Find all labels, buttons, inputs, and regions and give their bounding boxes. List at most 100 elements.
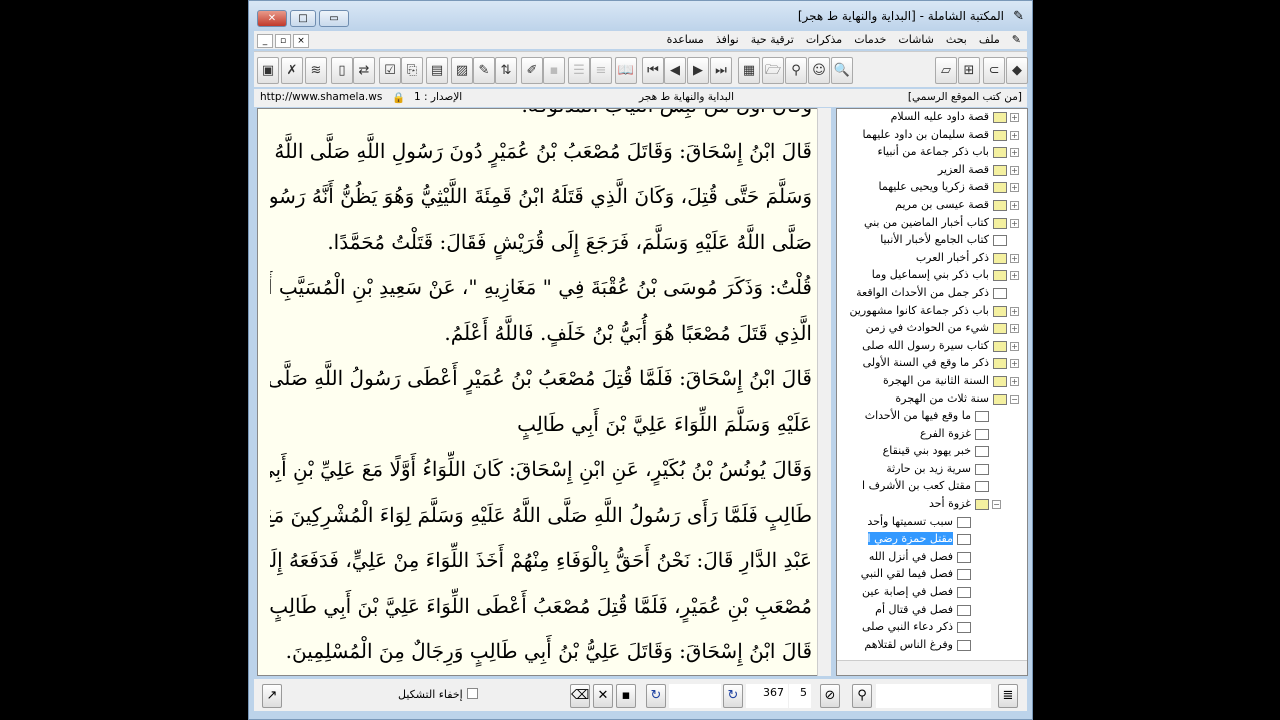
binoculars-icon[interactable]: ⚲	[785, 57, 807, 84]
person-icon[interactable]: ☺	[808, 57, 830, 84]
maximize-button[interactable]: □	[290, 10, 316, 27]
tree-node[interactable]: سرية زيد بن حارثة	[837, 461, 1027, 479]
new-folder-icon[interactable]: ▱	[935, 57, 957, 84]
menu-live-update[interactable]: ترقية حية	[745, 31, 800, 48]
open-book-icon[interactable]: ⊂	[983, 57, 1005, 84]
tree-node[interactable]: + باب ذكر جماعة كانوا مشهورين	[837, 303, 1027, 321]
edit-icon[interactable]: ✐	[521, 57, 543, 84]
menu-file[interactable]: ملف	[973, 31, 1006, 48]
expand-icon[interactable]: +	[1010, 253, 1019, 263]
folder-open-icon[interactable]: 🗁	[762, 57, 784, 84]
tree-node[interactable]: + قصة عيسى بن مريم	[837, 197, 1027, 215]
tree-node[interactable]: ما وقع فيها من الأحداث	[837, 408, 1027, 426]
bookshelf-icon[interactable]: ◆	[1006, 57, 1028, 84]
part-input[interactable]: 5	[789, 684, 811, 708]
mdi-close-button[interactable]: ×	[293, 34, 309, 48]
search-binoculars-icon[interactable]: ⚲	[852, 684, 872, 708]
next-page-icon[interactable]: ▶	[687, 57, 709, 84]
disabled-icon[interactable]: ▪	[543, 57, 565, 84]
expand-icon[interactable]: +	[1010, 359, 1019, 369]
tree-node[interactable]: + باب ذكر بني إسماعيل وما	[837, 267, 1027, 285]
mdi-minimize-button[interactable]: _	[257, 34, 273, 48]
copy-icon[interactable]: ⎘	[401, 57, 423, 84]
tree-node[interactable]: − غزوة أحد	[837, 496, 1027, 514]
expand-icon[interactable]: +	[1010, 271, 1019, 281]
tree-node[interactable]: + ذكر أخبار العرب	[837, 250, 1027, 268]
hide-diacritics-checkbox[interactable]	[467, 688, 478, 699]
tools-icon[interactable]: ✗	[281, 57, 303, 84]
tree-node[interactable]: + شيء من الحوادث في زمن	[837, 320, 1027, 338]
expand-icon[interactable]: +	[1010, 376, 1019, 386]
pencil-icon[interactable]: ✎	[473, 57, 495, 84]
menu-lines-icon[interactable]: ≣	[998, 684, 1018, 708]
save-icon[interactable]: ▪	[616, 684, 636, 708]
book-open-icon[interactable]: 📖	[615, 57, 637, 84]
tree-node[interactable]: − سنة ثلاث من الهجرة	[837, 391, 1027, 409]
tree-node[interactable]: فصل في أنزل الله	[837, 549, 1027, 567]
website-link[interactable]: http://www.shamela.ws	[260, 91, 382, 103]
eraser-icon[interactable]: ⌫	[570, 684, 590, 708]
page-switch-icon[interactable]: ⇄	[353, 57, 375, 84]
tree-node[interactable]: مقتل حمزة رضي ا	[837, 531, 1027, 549]
menu-help[interactable]: مساعدة	[661, 31, 710, 48]
tree-node[interactable]: مقتل كعب بن الأشرف ا	[837, 478, 1027, 496]
tree-node[interactable]: + كتاب أخبار الماضين من بني	[837, 215, 1027, 233]
close-button[interactable]: ✕	[257, 10, 287, 27]
search-input[interactable]	[876, 684, 991, 708]
minimize-button[interactable]: ▭	[319, 10, 349, 27]
menu-search[interactable]: بحث	[940, 31, 973, 48]
mdi-restore-button[interactable]: ▫	[275, 34, 291, 48]
toc-tree[interactable]: + قصة داود عليه السلام + قصة سليمان بن داود…	[836, 108, 1028, 676]
note-input[interactable]	[669, 684, 721, 708]
tree-node[interactable]: فصل فيما لقي النبي	[837, 566, 1027, 584]
expand-icon[interactable]: −	[992, 500, 1001, 510]
tree-node[interactable]: + السنة الثانية من الهجرة	[837, 373, 1027, 391]
menu-windows[interactable]: نوافذ	[710, 31, 745, 48]
menu-services[interactable]: خدمات	[848, 31, 892, 48]
tree-node[interactable]: ذكر دعاء النبي صلى	[837, 619, 1027, 637]
previous-page-icon[interactable]: ◀	[664, 57, 686, 84]
calculator-icon[interactable]: ▦	[738, 57, 760, 84]
expand-icon[interactable]: +	[1010, 341, 1019, 351]
menu-screens[interactable]: شاشات	[892, 31, 940, 48]
tree-node[interactable]: + ذكر ما وقع في السنة الأولى	[837, 355, 1027, 373]
new-page-icon[interactable]: ▯	[331, 57, 353, 84]
refresh-icon[interactable]: ↻	[646, 684, 666, 708]
expand-icon[interactable]: +	[1010, 306, 1019, 316]
expand-icon[interactable]: +	[1010, 218, 1019, 228]
attachment-icon[interactable]: ⊘	[820, 684, 840, 708]
tree-node[interactable]: + قصة سليمان بن داود عليهما	[837, 127, 1027, 145]
goto-icon[interactable]: ↻	[723, 684, 743, 708]
books-icon[interactable]: ≋	[305, 57, 327, 84]
tree-node[interactable]: + باب ذكر جماعة من أنبياء	[837, 144, 1027, 162]
lines-icon[interactable]: ≡	[590, 57, 612, 84]
tree-node[interactable]: + قصة زكريا ويحيى عليهما	[837, 179, 1027, 197]
tree-node[interactable]: غزوة الفرع	[837, 426, 1027, 444]
expand-icon[interactable]: +	[1010, 165, 1019, 175]
tree-horizontal-scrollbar[interactable]	[837, 660, 1027, 675]
book-text[interactable]: وَكَانَ أَوَّلَ مَنْ لَبِسَ الثِّيَابَ ا…	[257, 108, 827, 676]
tree-node[interactable]: سبب تسميتها وأحد	[837, 514, 1027, 532]
image-icon[interactable]: ▨	[451, 57, 473, 84]
tree-node[interactable]: فصل في إصابة عين	[837, 584, 1027, 602]
tree-node[interactable]: خبر يهود بني قينقاع	[837, 443, 1027, 461]
tree-node[interactable]: كتاب الجامع لأخبار الأنبيا	[837, 232, 1027, 250]
tree-node[interactable]: ذكر جمل من الأحداث الواقعة	[837, 285, 1027, 303]
delete-icon[interactable]: ✕	[593, 684, 613, 708]
search-page-icon[interactable]: 🔍	[831, 57, 853, 84]
document-icon[interactable]: ▤	[426, 57, 448, 84]
menu-notes[interactable]: مذكرات	[800, 31, 848, 48]
network-icon[interactable]: ▣	[257, 57, 279, 84]
tree-node[interactable]: فصل في قتال أم	[837, 602, 1027, 620]
external-link-icon[interactable]: ↗	[262, 684, 282, 708]
list-icon[interactable]: ☰	[568, 57, 590, 84]
tree-node[interactable]: + كتاب سيرة رسول الله صلى	[837, 338, 1027, 356]
first-page-icon[interactable]: ⏮	[642, 57, 664, 84]
expand-icon[interactable]: +	[1010, 148, 1019, 158]
expand-icon[interactable]: +	[1010, 183, 1019, 193]
expand-icon[interactable]: +	[1010, 113, 1019, 122]
checklist-icon[interactable]: ☑	[379, 57, 401, 84]
page-input[interactable]: 367	[746, 684, 788, 708]
tree-node[interactable]: وفرغ الناس لقتلاهم	[837, 637, 1027, 655]
expand-icon[interactable]: +	[1010, 130, 1019, 140]
